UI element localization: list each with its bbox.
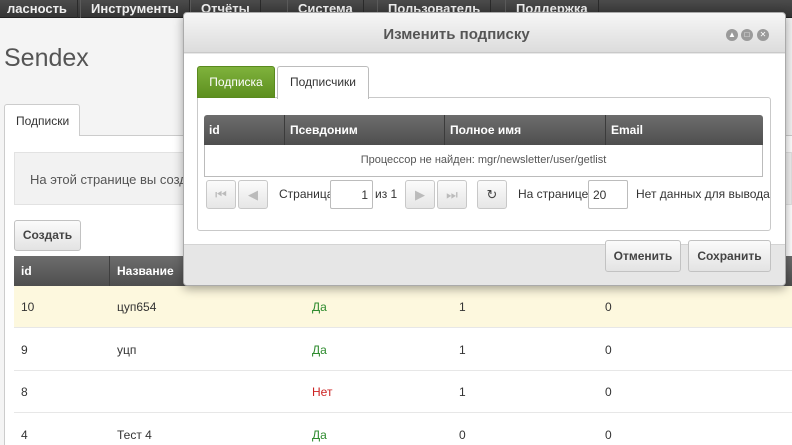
- cell-count: 1: [459, 343, 466, 357]
- cell-count: 0: [459, 428, 466, 442]
- next-page-icon: ▶: [415, 187, 425, 202]
- cell-active: Да: [312, 300, 327, 314]
- pager-status: Нет данных для вывода: [636, 187, 770, 201]
- save-button[interactable]: Сохранить: [688, 240, 771, 272]
- column-header-id[interactable]: id: [204, 115, 285, 145]
- last-page-icon: ⏭: [446, 187, 458, 202]
- refresh-button[interactable]: ↻: [477, 180, 507, 209]
- maximize-icon[interactable]: □: [741, 29, 753, 41]
- page-count-label: из 1: [375, 187, 398, 201]
- table-row[interactable]: 8 Нет 1 0: [14, 371, 792, 413]
- tab-subscribers[interactable]: Подписчики: [277, 66, 369, 99]
- cell-active: Да: [312, 343, 327, 357]
- edit-subscription-dialog: Изменить подписку ▲ □ ✕ Подписка Подписч…: [183, 12, 786, 286]
- page-label: Страница: [279, 187, 334, 201]
- prev-page-icon: ◀: [248, 187, 258, 202]
- column-header-fullname[interactable]: Полное имя: [445, 115, 606, 145]
- refresh-icon: ↻: [486, 187, 498, 202]
- subscribers-grid-header: id Псевдоним Полное имя Email: [204, 115, 763, 145]
- column-header-email[interactable]: Email: [606, 115, 763, 145]
- cell-count: 1: [459, 385, 466, 399]
- app-title: Sendex: [4, 44, 89, 72]
- cell-id: 10: [21, 300, 35, 314]
- per-page-label: На странице:: [518, 187, 592, 201]
- collapse-icon[interactable]: ▲: [726, 29, 738, 41]
- cell-extra: 0: [605, 385, 612, 399]
- page-number-input[interactable]: [330, 180, 373, 209]
- close-icon[interactable]: ✕: [757, 29, 769, 41]
- cell-extra: 0: [605, 428, 612, 442]
- grid-empty-message: Процессор не найден: mgr/newsletter/user…: [204, 145, 763, 177]
- create-button[interactable]: Создать: [14, 220, 81, 251]
- last-page-button[interactable]: ⏭: [437, 180, 467, 209]
- cell-id: 8: [21, 385, 28, 399]
- next-page-button[interactable]: ▶: [405, 180, 435, 209]
- cell-id: 9: [21, 343, 28, 357]
- menu-item-tools[interactable]: Инструменты: [80, 0, 190, 18]
- prev-page-button[interactable]: ◀: [238, 180, 268, 209]
- table-row[interactable]: 9 уцп Да 1 0: [14, 329, 792, 371]
- table-row[interactable]: 10 цуп654 Да 1 0: [14, 286, 792, 328]
- cell-count: 1: [459, 300, 466, 314]
- cell-extra: 0: [605, 300, 612, 314]
- cell-name: Тест 4: [117, 428, 152, 442]
- cell-active: Да: [312, 428, 327, 442]
- cell-extra: 0: [605, 343, 612, 357]
- cell-active: Нет: [312, 385, 333, 399]
- first-page-icon: ⏮: [215, 187, 227, 202]
- table-row[interactable]: 4 Тест 4 Да 0 0: [14, 414, 792, 445]
- dialog-title: Изменить подписку: [383, 26, 530, 43]
- dialog-header[interactable]: Изменить подписку ▲ □ ✕: [184, 13, 785, 53]
- per-page-input[interactable]: [588, 180, 628, 209]
- column-header-id[interactable]: id: [14, 256, 110, 286]
- cancel-button[interactable]: Отменить: [605, 240, 681, 272]
- cell-name: цуп654: [117, 300, 157, 314]
- first-page-button[interactable]: ⏮: [206, 180, 236, 209]
- column-header-nickname[interactable]: Псевдоним: [285, 115, 445, 145]
- cell-id: 4: [21, 428, 28, 442]
- tab-subscriptions[interactable]: Подписки: [4, 104, 80, 136]
- menu-item-security[interactable]: ласность: [0, 0, 78, 18]
- tab-subscription[interactable]: Подписка: [197, 66, 275, 98]
- cell-name: уцп: [117, 343, 137, 357]
